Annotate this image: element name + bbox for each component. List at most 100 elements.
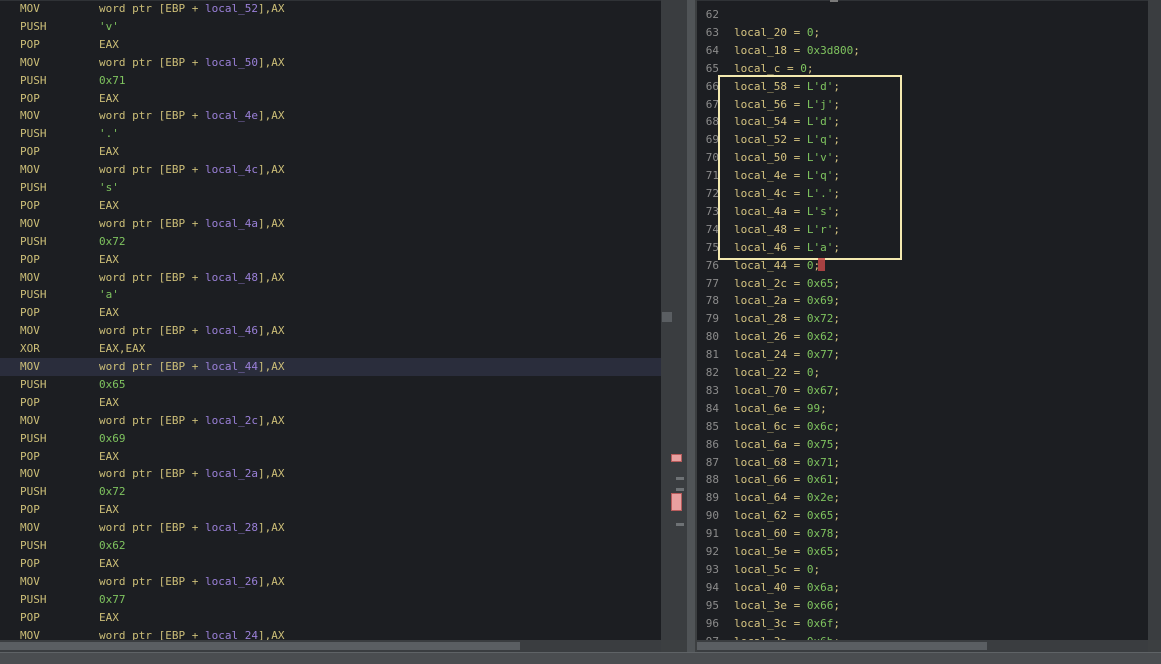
operand[interactable]: 0x71 [99, 72, 126, 90]
listing-row[interactable]: POP EAX [0, 501, 661, 519]
listing-row[interactable]: PUSH 0x69 [0, 430, 661, 448]
code-text[interactable]: local_24 = 0x77; [734, 346, 840, 364]
listing-row[interactable]: MOV word ptr [EBP + local_28],AX [0, 519, 661, 537]
listing-row[interactable]: POP EAX [0, 36, 661, 54]
decompiler-line[interactable]: 64 local_18 = 0x3d800; [697, 42, 1148, 60]
code-token[interactable]: L'q' [807, 133, 834, 146]
code-token[interactable]: ; [833, 169, 840, 182]
decompiler-line[interactable]: 80 local_26 = 0x62; [697, 328, 1148, 346]
mnemonic[interactable]: POP [20, 197, 40, 215]
panel-splitter[interactable] [687, 0, 695, 663]
variable-assignment[interactable]: local_62 = [734, 509, 807, 522]
mnemonic[interactable]: PUSH [20, 286, 47, 304]
code-text[interactable]: local_68 = 0x71; [734, 454, 840, 472]
variable-assignment[interactable]: local_40 = [734, 581, 807, 594]
variable-assignment[interactable]: local_3e = [734, 599, 807, 612]
operand[interactable]: EAX [99, 90, 119, 108]
variable-assignment[interactable]: local_2a = [734, 294, 807, 307]
code-token[interactable]: ; [833, 151, 840, 164]
code-token[interactable]: L's' [807, 205, 834, 218]
listing-vertical-scrollbar[interactable] [661, 0, 673, 640]
code-token[interactable]: ; [833, 312, 840, 325]
decompiler-line[interactable]: 91 local_60 = 0x78; [697, 525, 1148, 543]
decompiler-line[interactable]: 78 local_2a = 0x69; [697, 292, 1148, 310]
code-text[interactable]: local_40 = 0x6a; [734, 579, 840, 597]
marker-margin[interactable] [671, 0, 687, 640]
listing-row[interactable]: MOV word ptr [EBP + local_4e],AX [0, 107, 661, 125]
bookmark-marker[interactable] [671, 454, 682, 462]
listing-row[interactable]: MOV word ptr [EBP + local_46],AX [0, 322, 661, 340]
decompiler-line[interactable]: 81 local_24 = 0x77; [697, 346, 1148, 364]
code-token[interactable]: L'd' [807, 115, 834, 128]
code-token[interactable]: 0x6f [807, 617, 834, 630]
variable-assignment[interactable]: local_28 = [734, 312, 807, 325]
listing-row[interactable]: PUSH 0x72 [0, 483, 661, 501]
mnemonic[interactable]: MOV [20, 573, 40, 591]
listing-row[interactable]: MOV word ptr [EBP + local_4c],AX [0, 161, 661, 179]
operand[interactable]: 0x65 [99, 376, 126, 394]
code-text[interactable]: local_6e = 99; [734, 400, 827, 418]
listing-row[interactable]: MOV word ptr [EBP + local_52],AX [0, 1, 661, 18]
operand[interactable]: word ptr [EBP + local_24],AX [99, 627, 284, 642]
variable-assignment[interactable]: local_50 = [734, 151, 807, 164]
code-token[interactable]: 0x61 [807, 473, 834, 486]
operand[interactable]: EAX [99, 448, 119, 466]
code-token[interactable]: 0x75 [807, 438, 834, 451]
code-text[interactable]: local_46 = L'a'; [734, 239, 840, 257]
mnemonic[interactable]: PUSH [20, 18, 47, 36]
code-text[interactable]: local_4c = L'.'; [734, 185, 840, 203]
mnemonic[interactable]: POP [20, 143, 40, 161]
code-token[interactable]: ; [833, 438, 840, 451]
operand[interactable]: 0x69 [99, 430, 126, 448]
selection-marker[interactable] [671, 493, 682, 511]
variable-assignment[interactable]: local_60 = [734, 527, 807, 540]
variable-assignment[interactable]: local_4a = [734, 205, 807, 218]
code-token[interactable]: ; [833, 456, 840, 469]
operand[interactable]: EAX,EAX [99, 340, 145, 358]
mnemonic[interactable]: PUSH [20, 125, 47, 143]
code-token[interactable]: 0x71 [807, 456, 834, 469]
code-token[interactable]: 99 [807, 402, 820, 415]
decompiler-line[interactable]: 76 local_44 = 0; [697, 257, 1148, 275]
decompiler-line[interactable]: 84 local_6e = 99; [697, 400, 1148, 418]
code-token[interactable]: ; [833, 80, 840, 93]
operand[interactable]: EAX [99, 609, 119, 627]
scrollbar-thumb[interactable] [697, 642, 987, 650]
code-token[interactable]: 0x65 [807, 277, 834, 290]
code-token[interactable]: ; [833, 205, 840, 218]
mnemonic[interactable]: MOV [20, 519, 40, 537]
listing-row[interactable]: POP EAX [0, 448, 661, 466]
mnemonic[interactable]: PUSH [20, 483, 47, 501]
operand[interactable]: EAX [99, 197, 119, 215]
variable-assignment[interactable]: local_48 = [734, 223, 807, 236]
mnemonic[interactable]: PUSH [20, 537, 47, 555]
code-token[interactable]: ; [833, 581, 840, 594]
variable-assignment[interactable]: local_20 = [734, 26, 807, 39]
decompiler-line[interactable]: 83 local_70 = 0x67; [697, 382, 1148, 400]
mnemonic[interactable]: MOV [20, 627, 40, 642]
decompiler-line[interactable]: 71 local_4e = L'q'; [697, 167, 1148, 185]
code-token[interactable]: L'.' [807, 187, 834, 200]
decompiler-line[interactable]: 87 local_68 = 0x71; [697, 454, 1148, 472]
code-token[interactable]: 0x62 [807, 330, 834, 343]
operand[interactable]: EAX [99, 251, 119, 269]
decompiler-line[interactable]: 79 local_28 = 0x72; [697, 310, 1148, 328]
variable-assignment[interactable]: local_64 = [734, 491, 807, 504]
decompiler-panel[interactable]: 62 63 local_20 = 0; 64 local_18 = 0x3d800; 65… [697, 0, 1148, 641]
mnemonic[interactable]: PUSH [20, 591, 47, 609]
operand[interactable]: EAX [99, 304, 119, 322]
variable-assignment[interactable]: local_70 = [734, 384, 807, 397]
code-token[interactable]: 0x66 [807, 599, 834, 612]
variable-assignment[interactable]: local_6c = [734, 420, 807, 433]
decompiler-line[interactable]: 73 local_4a = L's'; [697, 203, 1148, 221]
code-text[interactable]: local_26 = 0x62; [734, 328, 840, 346]
listing-row[interactable]: POP EAX [0, 90, 661, 108]
operand[interactable]: word ptr [EBP + local_26],AX [99, 573, 284, 591]
code-token[interactable]: 0x72 [807, 312, 834, 325]
listing-row[interactable]: MOV word ptr [EBP + local_48],AX [0, 269, 661, 287]
code-text[interactable]: local_56 = L'j'; [734, 96, 840, 114]
code-text[interactable]: local_48 = L'r'; [734, 221, 840, 239]
local-variable-ref[interactable]: local_4c [205, 163, 258, 176]
mnemonic[interactable]: PUSH [20, 376, 47, 394]
variable-assignment[interactable]: local_68 = [734, 456, 807, 469]
